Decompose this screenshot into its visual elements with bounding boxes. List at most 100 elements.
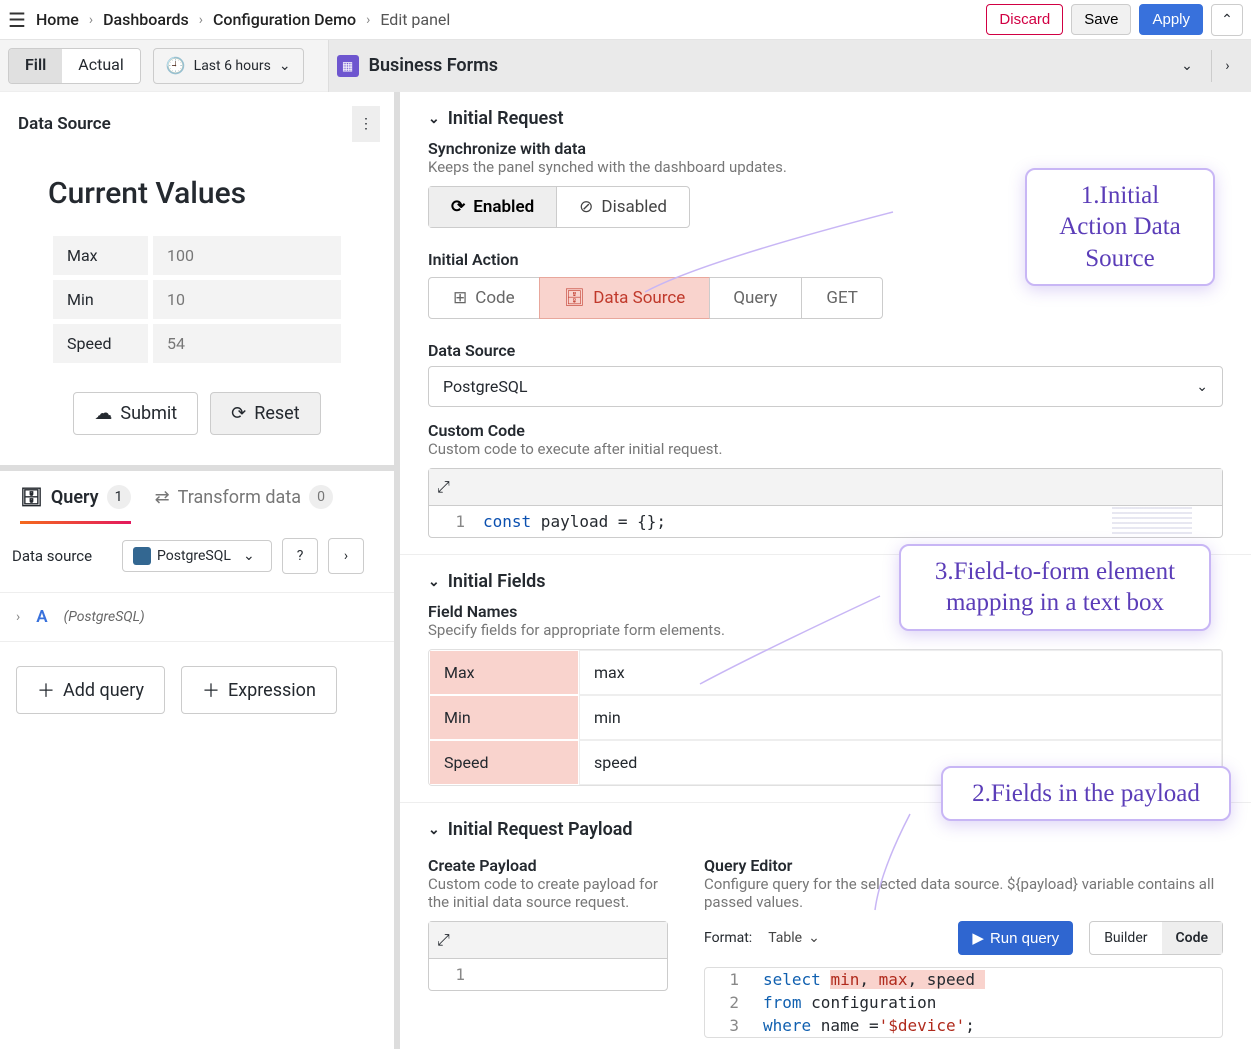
field-input[interactable]: max bbox=[579, 650, 1222, 695]
callout-2: 2.Fields in the payload bbox=[941, 766, 1231, 821]
discard-button[interactable]: Discard bbox=[986, 4, 1063, 35]
section-initial-request: ⌄ Initial Request Synchronize with data … bbox=[400, 92, 1251, 555]
refresh-icon: ⟳ bbox=[231, 403, 246, 424]
database-icon: 🗄 bbox=[564, 288, 586, 308]
expand-icon[interactable]: ⤢ bbox=[437, 477, 450, 496]
plus-icon: ＋ bbox=[37, 677, 55, 703]
section-toggle[interactable]: ⌄ Initial Request bbox=[428, 108, 1223, 129]
crumb-home[interactable]: Home bbox=[36, 10, 79, 29]
crumb-dashboards[interactable]: Dashboards bbox=[103, 10, 189, 29]
transform-icon: ⇄ bbox=[155, 487, 170, 508]
action-get[interactable]: GET bbox=[802, 278, 882, 318]
panel-title: Data Source bbox=[18, 114, 111, 134]
ds-picker-label: Data Source bbox=[428, 341, 1223, 360]
panel-options-toggle[interactable]: › bbox=[1211, 50, 1243, 82]
menu-icon[interactable]: ☰ bbox=[8, 8, 26, 32]
chevron-down-icon: ⌄ bbox=[1181, 58, 1193, 74]
view-actual[interactable]: Actual bbox=[62, 49, 139, 83]
sync-disabled[interactable]: ⊘Disabled bbox=[557, 187, 689, 227]
time-range-picker[interactable]: 🕘 Last 6 hours ⌄ bbox=[153, 48, 304, 84]
custom-code-editor[interactable]: ⤢ 1 const payload = {}; bbox=[428, 468, 1223, 538]
code-tab[interactable]: Code bbox=[1162, 922, 1223, 954]
tab-query[interactable]: 🗄 Query 1 bbox=[20, 485, 131, 524]
create-payload-label: Create Payload bbox=[428, 856, 668, 875]
chevron-down-icon: ⌄ bbox=[428, 111, 440, 127]
row-value: 54 bbox=[153, 324, 341, 363]
builder-tab[interactable]: Builder bbox=[1090, 922, 1161, 954]
chevron-down-icon: ⌄ bbox=[428, 822, 440, 838]
add-query-button[interactable]: ＋Add query bbox=[16, 666, 165, 714]
query-count: 1 bbox=[107, 485, 131, 509]
submit-button[interactable]: ☁Submit bbox=[73, 392, 198, 435]
postgres-icon bbox=[133, 547, 151, 565]
chevron-right-icon: › bbox=[1225, 58, 1229, 74]
field-label: Min bbox=[429, 695, 579, 740]
query-editor-label: Query Editor bbox=[704, 856, 1223, 875]
table-row: Max100 bbox=[53, 236, 341, 275]
sync-label: Synchronize with data bbox=[428, 139, 1223, 158]
options-pane: ⌄ Initial Request Synchronize with data … bbox=[400, 92, 1251, 1049]
table-row: Speed54 bbox=[53, 324, 341, 363]
ds-label: Data source bbox=[12, 547, 112, 565]
panel-type-label: Business Forms bbox=[369, 55, 498, 76]
chevron-up-icon: ⌃ bbox=[1221, 12, 1233, 28]
row-key: Max bbox=[53, 236, 148, 275]
chevron-right-icon: › bbox=[89, 12, 93, 28]
ds-forward-button[interactable]: › bbox=[328, 538, 364, 574]
field-row: Min min bbox=[429, 695, 1222, 740]
payload-code-editor[interactable]: ⤢ 1 bbox=[428, 921, 668, 991]
upload-icon: ☁ bbox=[94, 403, 112, 424]
ds-select[interactable]: PostgreSQL ⌄ bbox=[122, 540, 272, 572]
disabled-icon: ⊘ bbox=[579, 197, 593, 217]
format-select[interactable]: Table ⌄ bbox=[768, 930, 820, 946]
chevron-right-icon: › bbox=[199, 12, 203, 28]
action-code[interactable]: ⊞Code bbox=[429, 278, 540, 318]
row-key: Speed bbox=[53, 324, 148, 363]
apply-button[interactable]: Apply bbox=[1139, 4, 1203, 35]
ds-picker[interactable]: PostgreSQL ⌄ bbox=[428, 366, 1223, 407]
field-row: Max max bbox=[429, 650, 1222, 695]
ds-help-button[interactable]: ? bbox=[282, 538, 318, 574]
callout-1: 1.Initial Action Data Source bbox=[1025, 168, 1215, 286]
refresh-icon: ⟳ bbox=[451, 197, 465, 217]
chevron-down-icon: ⌄ bbox=[1196, 379, 1208, 395]
panel-type-icon: ▦ bbox=[337, 55, 359, 77]
view-mode-toggle: Fill Actual bbox=[8, 48, 141, 84]
cc-label: Custom Code bbox=[428, 421, 1223, 440]
play-icon: ▶ bbox=[972, 929, 984, 947]
action-query[interactable]: Query bbox=[709, 278, 802, 318]
crumb-demo[interactable]: Configuration Demo bbox=[213, 10, 356, 29]
help-icon: ? bbox=[297, 548, 304, 564]
save-button[interactable]: Save bbox=[1071, 4, 1131, 35]
section-toggle[interactable]: ⌄ Initial Request Payload bbox=[428, 819, 1223, 840]
field-input[interactable]: min bbox=[579, 695, 1222, 740]
minimap bbox=[1112, 507, 1192, 537]
field-label: Speed bbox=[429, 740, 579, 785]
tab-transform[interactable]: ⇄ Transform data 0 bbox=[155, 485, 333, 524]
run-query-button[interactable]: ▶Run query bbox=[958, 921, 1073, 955]
line-number: 1 bbox=[439, 512, 465, 531]
action-datasource[interactable]: 🗄Data Source bbox=[539, 277, 711, 319]
topbar: ☰ Home › Dashboards › Configuration Demo… bbox=[0, 0, 1251, 40]
collapse-options-button[interactable]: ⌃ bbox=[1211, 4, 1243, 36]
panel-type-dropdown[interactable]: ⌄ bbox=[1171, 50, 1203, 82]
callout-3: 3.Field-to-form element mapping in a tex… bbox=[899, 544, 1211, 631]
sync-enabled[interactable]: ⟳Enabled bbox=[429, 187, 557, 227]
row-value: 100 bbox=[153, 236, 341, 275]
chevron-right-icon: › bbox=[16, 609, 20, 625]
line-number: 1 bbox=[439, 965, 465, 984]
current-values-table: Max100 Min10 Speed54 bbox=[48, 231, 346, 368]
view-fill[interactable]: Fill bbox=[9, 49, 62, 83]
sql-editor[interactable]: 1select min, max, speed 2from configurat… bbox=[704, 967, 1223, 1038]
clock-icon: 🕘 bbox=[166, 56, 186, 75]
panel-menu-button[interactable]: ⋮ bbox=[352, 106, 380, 142]
query-row[interactable]: › A (PostgreSQL) bbox=[0, 592, 394, 642]
cc-desc: Custom code to execute after initial req… bbox=[428, 440, 1223, 458]
query-letter: A bbox=[36, 607, 47, 627]
chevron-down-icon: ⌄ bbox=[428, 574, 440, 590]
database-icon: 🗄 bbox=[20, 487, 43, 508]
expression-button[interactable]: ＋Expression bbox=[181, 666, 337, 714]
code-icon: ⊞ bbox=[453, 288, 467, 308]
expand-icon[interactable]: ⤢ bbox=[437, 930, 450, 949]
reset-button[interactable]: ⟳Reset bbox=[210, 392, 320, 435]
